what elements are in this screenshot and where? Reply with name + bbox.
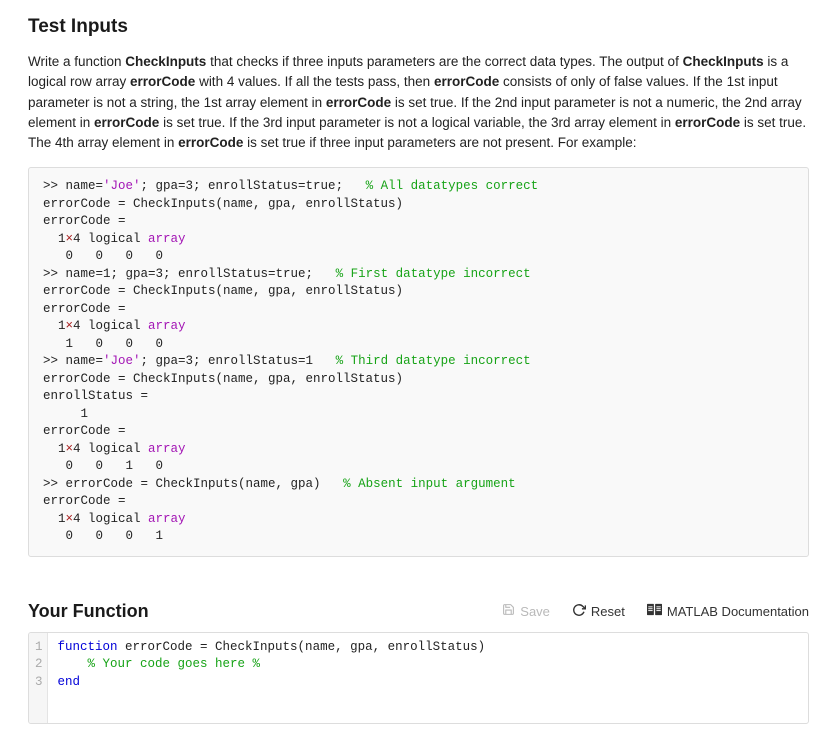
docs-link[interactable]: MATLAB Documentation <box>647 603 809 619</box>
save-button[interactable]: Save <box>502 603 550 619</box>
line-gutter: 1 2 3 <box>29 633 48 723</box>
reset-button[interactable]: Reset <box>572 603 625 620</box>
save-icon <box>502 603 515 619</box>
reset-icon <box>572 603 586 620</box>
code-editor[interactable]: 1 2 3 function errorCode = CheckInputs(n… <box>28 632 809 724</box>
reset-label: Reset <box>591 604 625 619</box>
page-title: Test Inputs <box>28 16 809 38</box>
docs-label: MATLAB Documentation <box>667 604 809 619</box>
action-bar: Save Reset MATLAB Documentation <box>502 603 809 620</box>
docs-icon <box>647 603 662 619</box>
problem-description: Write a function CheckInputs that checks… <box>28 52 809 153</box>
save-label: Save <box>520 604 550 619</box>
section-title: Your Function <box>28 601 149 622</box>
example-code-block: >> name='Joe'; gpa=3; enrollStatus=true;… <box>28 167 809 557</box>
code-area[interactable]: function errorCode = CheckInputs(name, g… <box>48 633 808 723</box>
